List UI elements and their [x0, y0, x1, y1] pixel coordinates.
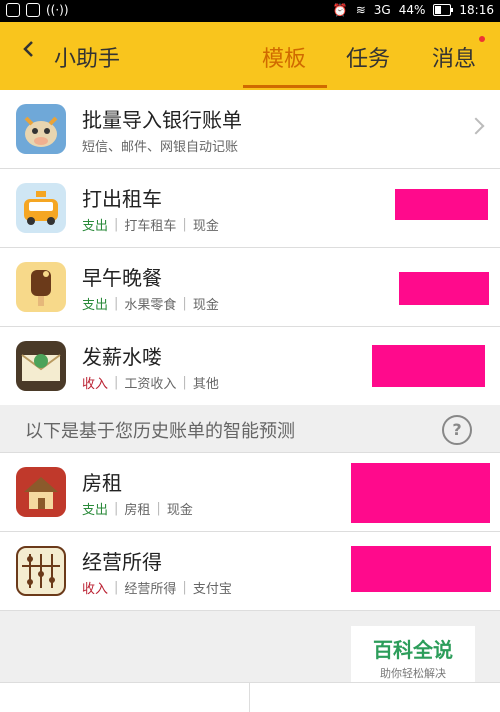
redacted-amount: [351, 463, 490, 523]
battery-icon: [433, 4, 454, 16]
watermark-subtitle: 助你轻松解决: [380, 667, 446, 680]
redacted-amount: [372, 345, 485, 387]
item-title: 打出租车: [82, 187, 162, 211]
watermark: 百科全说 助你轻松解决: [351, 626, 475, 682]
item-type: 收入: [82, 582, 109, 597]
item-subtitle: 短信、邮件、网银自动记账: [82, 140, 239, 155]
house-icon: [16, 467, 66, 517]
item-category: 工资收入: [124, 377, 177, 392]
taxi-icon: [16, 183, 66, 233]
prediction-list: 房租 支出 | 房租 | 现金 经营所得 收入 | 经营所得 | 支付宝: [0, 453, 500, 611]
item-category: 经营所得: [124, 582, 177, 597]
item-category: 水果零食: [124, 298, 177, 313]
list-item-business-income[interactable]: 经营所得 收入 | 经营所得 | 支付宝: [0, 532, 500, 611]
wifi-icon: ≋: [355, 3, 366, 17]
item-title: 发薪水喽: [82, 345, 162, 369]
list-item-rent[interactable]: 房租 支出 | 房租 | 现金: [0, 453, 500, 532]
item-account: 现金: [192, 219, 219, 234]
app-notification-icon: [26, 3, 40, 17]
tab-templates[interactable]: 模板: [262, 41, 306, 73]
battery-percent: 44%: [398, 3, 426, 17]
back-arrow-icon[interactable]: [20, 40, 38, 58]
tab-messages[interactable]: 消息: [432, 41, 476, 73]
item-account: 支付宝: [192, 582, 232, 597]
bottom-action-bar: [0, 682, 500, 712]
chevron-right-icon: [467, 117, 485, 135]
message-unread-dot: [479, 36, 485, 42]
prediction-section-header: 以下是基于您历史账单的智能预测 ?: [0, 405, 500, 453]
ice-cream-icon: [16, 262, 66, 312]
bottom-bar-divider: [249, 683, 250, 712]
clock: 18:16: [459, 3, 494, 17]
item-title: 批量导入银行账单: [82, 108, 242, 132]
alarm-icon: ⏰: [332, 3, 348, 17]
item-category: 打车租车: [124, 219, 177, 234]
active-tab-indicator: [243, 85, 327, 88]
help-icon[interactable]: ?: [442, 415, 472, 445]
item-account: 现金: [166, 503, 193, 518]
item-type: 支出: [82, 298, 109, 313]
section-title: 以下是基于您历史账单的智能预测: [25, 421, 295, 442]
redacted-amount: [351, 546, 491, 592]
template-list: 批量导入银行账单 短信、邮件、网银自动记账 打出租车 支出 | 打车租车 | 现金 …: [0, 90, 500, 406]
list-item-taxi[interactable]: 打出租车 支出 | 打车租车 | 现金: [0, 169, 500, 248]
status-bar: ((·)) ⏰ ≋ 3G 44% 18:16: [0, 0, 500, 22]
item-type: 支出: [82, 219, 109, 234]
item-type: 支出: [82, 503, 109, 518]
app-header: 小助手 模板 任务 消息: [0, 22, 500, 90]
item-category: 房租: [124, 503, 151, 518]
item-account: 其他: [192, 377, 219, 392]
redacted-amount: [395, 189, 488, 220]
redacted-amount: [399, 272, 489, 305]
notification-icon: [6, 3, 20, 17]
page-title: 小助手: [54, 47, 121, 72]
item-account: 现金: [192, 298, 219, 313]
abacus-icon: [16, 546, 66, 596]
item-title: 经营所得: [82, 550, 162, 574]
item-title: 房租: [82, 471, 122, 495]
tab-tasks[interactable]: 任务: [346, 41, 390, 73]
list-item-meals[interactable]: 早午晚餐 支出 | 水果零食 | 现金: [0, 248, 500, 327]
list-item-bank-import[interactable]: 批量导入银行账单 短信、邮件、网银自动记账: [0, 90, 500, 169]
item-type: 收入: [82, 377, 109, 392]
signal-icon: ((·)): [46, 3, 69, 17]
item-title: 早午晚餐: [82, 266, 162, 290]
network-label: 3G: [373, 3, 391, 17]
cow-bank-icon: [16, 104, 66, 154]
watermark-title: 百科全说: [373, 638, 453, 662]
salary-envelope-icon: [16, 341, 66, 391]
list-item-salary[interactable]: 发薪水喽 收入 | 工资收入 | 其他: [0, 327, 500, 406]
